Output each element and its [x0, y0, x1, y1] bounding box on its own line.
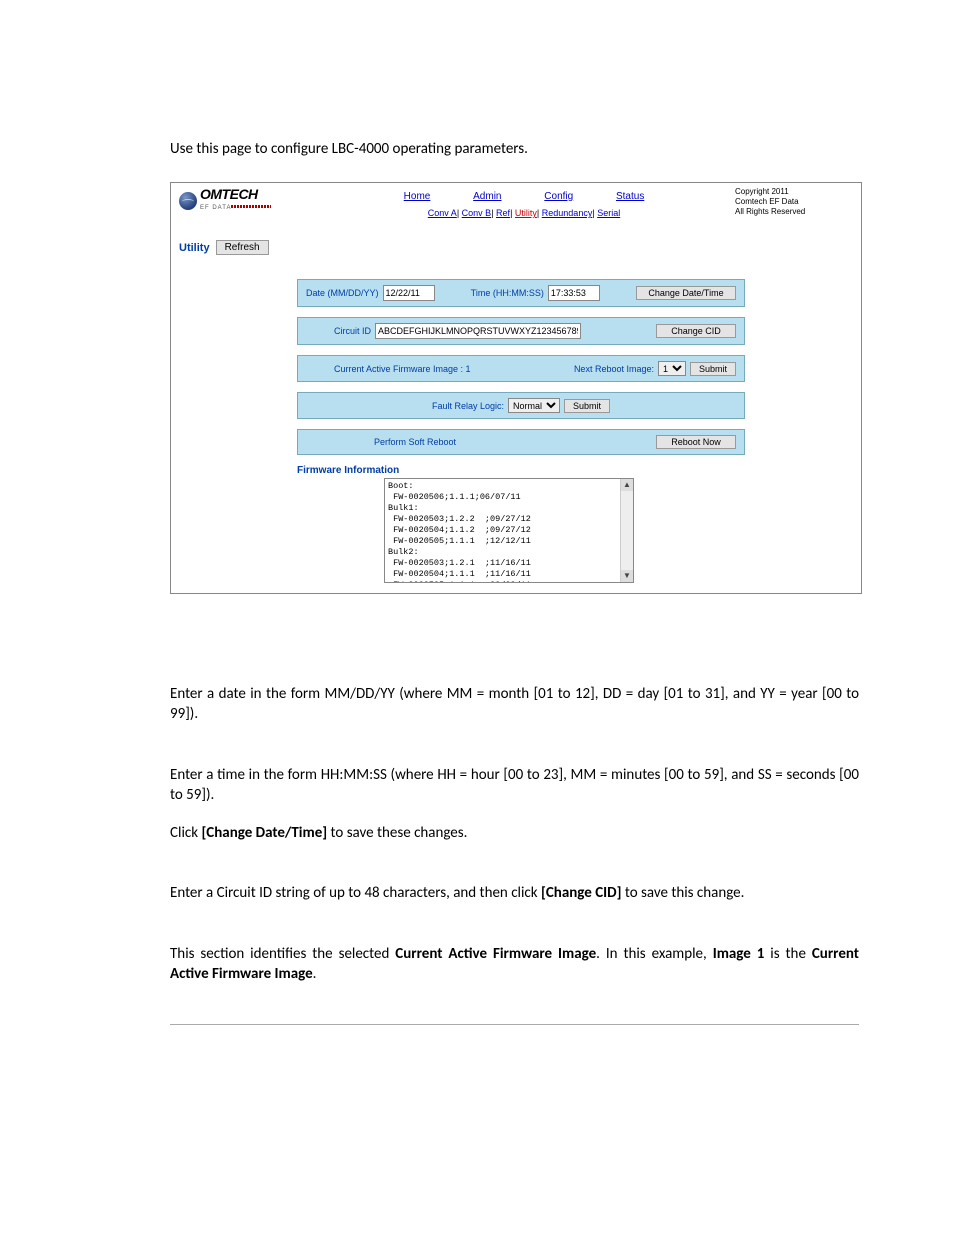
- para-click-change: Click [Change Date/Time] to save these c…: [170, 823, 859, 843]
- fault-relay-select[interactable]: Normal: [508, 398, 560, 413]
- panel-firmware-image: Current Active Firmware Image : 1 Next R…: [297, 355, 745, 382]
- nav-home[interactable]: Home: [404, 191, 431, 202]
- time-label: Time (HH:MM:SS): [471, 288, 544, 298]
- subnav-serial[interactable]: Serial: [597, 208, 620, 218]
- reboot-label: Perform Soft Reboot: [374, 437, 456, 447]
- change-cid-button[interactable]: Change CID: [656, 324, 736, 338]
- date-label: Date (MM/DD/YY): [306, 288, 379, 298]
- firmware-info-box: Boot: FW-0020506;1.1.1;06/07/11 Bulk1: F…: [384, 478, 634, 583]
- next-reboot-submit-button[interactable]: Submit: [690, 362, 736, 376]
- subnav-conv-b[interactable]: Conv B: [462, 208, 492, 218]
- change-datetime-button[interactable]: Change Date/Time: [636, 286, 736, 300]
- date-input[interactable]: [383, 285, 435, 301]
- main-nav: Home Admin Config Status: [313, 191, 735, 202]
- screenshot: OMTECH EF DATA Home Admin Config Status …: [170, 182, 862, 594]
- logo-stripes-icon: [231, 205, 271, 208]
- next-reboot-select[interactable]: 1: [658, 361, 686, 376]
- nav-admin[interactable]: Admin: [473, 191, 501, 202]
- subnav-conv-a[interactable]: Conv A: [428, 208, 457, 218]
- refresh-button[interactable]: Refresh: [216, 240, 269, 255]
- panel-reboot: Perform Soft Reboot Reboot Now: [297, 429, 745, 455]
- firmware-info-text[interactable]: Boot: FW-0020506;1.1.1;06/07/11 Bulk1: F…: [384, 478, 634, 583]
- cid-input[interactable]: [375, 323, 581, 339]
- scroll-up-icon[interactable]: ▲: [621, 479, 633, 491]
- firmware-info-title: Firmware Information: [297, 465, 853, 476]
- next-reboot-label: Next Reboot Image:: [574, 364, 654, 374]
- cid-label: Circuit ID: [334, 326, 371, 336]
- intro-text: Use this page to configure LBC-4000 oper…: [170, 140, 859, 158]
- reboot-now-button[interactable]: Reboot Now: [656, 435, 736, 449]
- time-input[interactable]: [548, 285, 600, 301]
- para-time: Enter a time in the form HH:MM:SS (where…: [170, 765, 859, 806]
- panel-datetime: Date (MM/DD/YY) Time (HH:MM:SS) Change D…: [297, 279, 745, 307]
- nav-status[interactable]: Status: [616, 191, 644, 202]
- nav-config[interactable]: Config: [544, 191, 573, 202]
- sub-nav: Conv A| Conv B| Ref| Utility| Redundancy…: [313, 208, 735, 218]
- subnav-redundancy[interactable]: Redundancy: [542, 208, 593, 218]
- logo: OMTECH EF DATA: [171, 183, 313, 217]
- scroll-down-icon[interactable]: ▼: [621, 570, 633, 582]
- logo-sub: EF DATA: [200, 205, 231, 211]
- subnav-utility[interactable]: Utility: [515, 208, 537, 218]
- subnav-ref[interactable]: Ref: [496, 208, 510, 218]
- copyright: Copyright 2011 Comtech EF Data All Right…: [735, 183, 861, 217]
- fault-relay-label: Fault Relay Logic:: [432, 401, 504, 411]
- utility-label: Utility: [179, 242, 210, 254]
- logo-brand: OMTECH: [200, 186, 258, 202]
- para-cid: Enter a Circuit ID string of up to 48 ch…: [170, 883, 859, 903]
- footer-rule: [170, 1024, 859, 1025]
- scrollbar[interactable]: ▲ ▼: [620, 479, 633, 582]
- panel-fault-relay: Fault Relay Logic: Normal Submit: [297, 392, 745, 419]
- para-date: Enter a date in the form MM/DD/YY (where…: [170, 684, 859, 725]
- para-firmware: This section identifies the selected Cur…: [170, 944, 859, 985]
- globe-icon: [179, 192, 197, 210]
- current-firmware-label: Current Active Firmware Image : 1: [334, 364, 471, 374]
- panel-cid: Circuit ID Change CID: [297, 317, 745, 345]
- fault-relay-submit-button[interactable]: Submit: [564, 399, 610, 413]
